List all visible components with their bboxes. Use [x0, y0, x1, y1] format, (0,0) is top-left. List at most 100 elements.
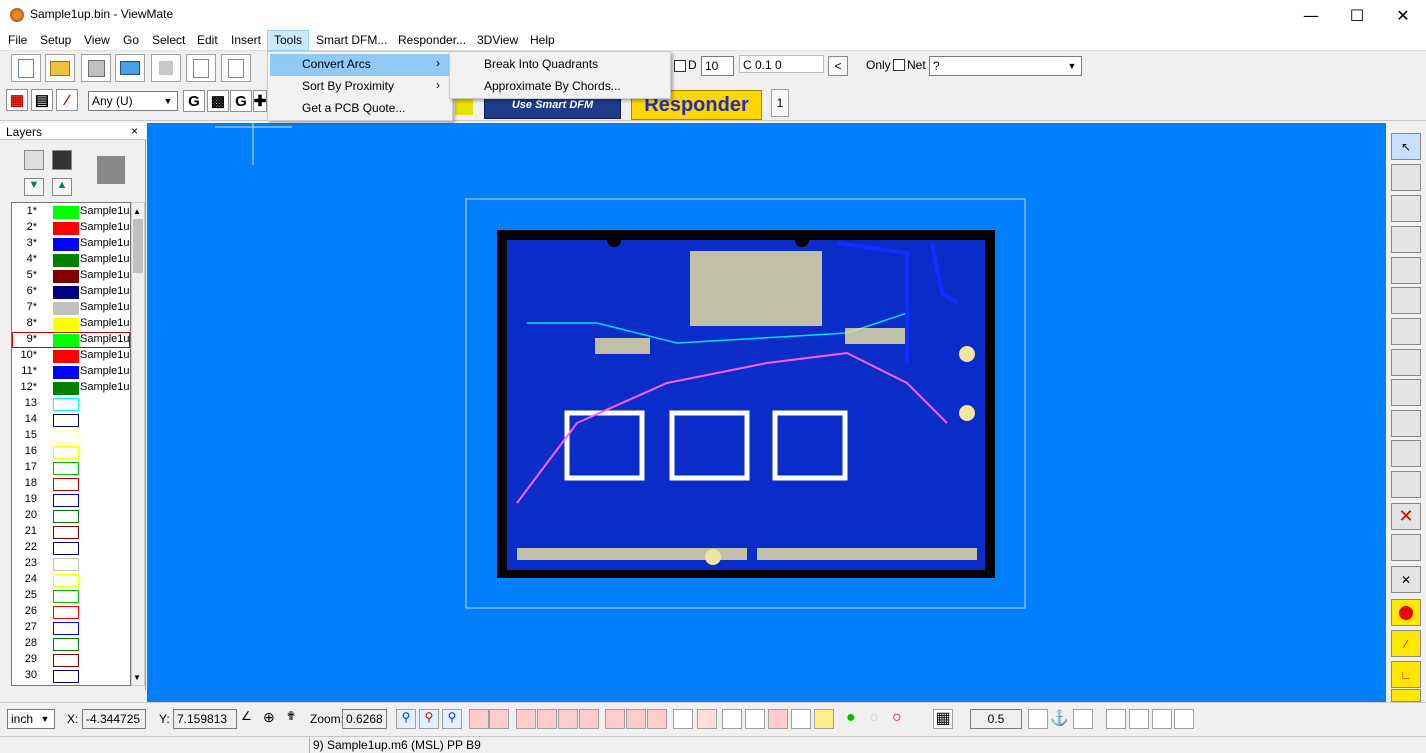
d-checkbox[interactable] — [674, 60, 686, 72]
layer-color-swatch[interactable] — [53, 526, 79, 539]
maximize-button[interactable]: ☐ — [1334, 0, 1380, 30]
layer-row[interactable]: 27 — [12, 620, 130, 636]
layer-row[interactable]: 19 — [12, 492, 130, 508]
layer-color-swatch[interactable] — [53, 334, 79, 347]
menu-item-sort-by-proximity[interactable]: Sort By Proximity › — [270, 76, 450, 98]
menu-edit[interactable]: Edit — [197, 33, 218, 47]
round-tool-icon[interactable] — [1391, 471, 1421, 498]
menu-item-get-pcb-quote[interactable]: Get a PCB Quote... — [270, 98, 450, 120]
layer-row[interactable]: 12* Sample1u — [12, 380, 130, 396]
layer-color-swatch[interactable] — [53, 590, 79, 603]
layer-row[interactable]: 13 — [12, 396, 130, 412]
net-view-icon[interactable] — [791, 709, 811, 729]
rotate-tool-icon[interactable] — [1391, 349, 1421, 376]
layer-color-swatch[interactable] — [53, 446, 79, 459]
layer-color-swatch[interactable] — [53, 558, 79, 571]
layer-film-icon[interactable] — [52, 150, 72, 170]
drc-icon[interactable] — [697, 709, 717, 729]
minimize-button[interactable]: — — [1288, 0, 1334, 30]
layer-row[interactable]: 1* Sample1u — [12, 204, 130, 220]
menu-insert[interactable]: Insert — [231, 33, 261, 47]
layer-color-swatch[interactable] — [53, 622, 79, 635]
clear-tool-icon[interactable]: ✕ — [1391, 566, 1421, 593]
layer-row[interactable]: 21 — [12, 524, 130, 540]
layer-row[interactable]: 15 — [12, 428, 130, 444]
layer-row[interactable]: 8* Sample1u — [12, 316, 130, 332]
grid-dots-icon[interactable] — [1028, 709, 1048, 729]
menu-responder[interactable]: Responder... — [398, 33, 466, 47]
light-red-icon[interactable]: ○ — [892, 709, 912, 729]
layer-row[interactable]: 3* Sample1u — [12, 236, 130, 252]
crosshair-icon[interactable]: ✚ — [253, 90, 267, 112]
grid-icon[interactable] — [469, 709, 489, 729]
undo-tool-icon[interactable] — [1391, 534, 1421, 561]
layer-row[interactable]: 17 — [12, 460, 130, 476]
select-all-icon[interactable] — [1106, 709, 1126, 729]
layer-row[interactable]: 28 — [12, 636, 130, 652]
layer-color-swatch[interactable] — [53, 638, 79, 651]
split-tool-icon[interactable] — [1391, 410, 1421, 437]
pcb-canvas[interactable] — [147, 123, 1386, 702]
layer-color-swatch[interactable] — [53, 254, 79, 267]
menu-smart-dfm[interactable]: Smart DFM... — [316, 33, 387, 47]
mirror-tool-icon[interactable] — [1391, 287, 1421, 314]
net-checkbox[interactable] — [893, 59, 905, 71]
net-view-icon[interactable] — [745, 709, 765, 729]
layer-row[interactable]: 4* Sample1u — [12, 252, 130, 268]
net-view-icon[interactable] — [768, 709, 788, 729]
select-nets-icon[interactable] — [1152, 709, 1172, 729]
c-value-field[interactable]: C 0.1 0 — [739, 55, 824, 73]
new-file-button[interactable] — [11, 54, 41, 82]
layer-color-swatch[interactable] — [53, 542, 79, 555]
layer-view-icon[interactable] — [647, 709, 667, 729]
snap-icon[interactable]: ✟ — [286, 709, 306, 729]
menu-setup[interactable]: Setup — [40, 33, 71, 47]
select-pad-icon[interactable]: ▦ — [6, 89, 28, 111]
layer-color-swatch[interactable] — [53, 606, 79, 619]
pointer-tool-icon[interactable]: ↖ — [1391, 133, 1421, 160]
layer-color-swatch[interactable] — [53, 318, 79, 331]
layer-row[interactable]: 22 — [12, 540, 130, 556]
layer-row[interactable]: 26 — [12, 604, 130, 620]
close-window-button[interactable]: ✕ — [1380, 0, 1426, 30]
layer-color-swatch[interactable] — [53, 574, 79, 587]
move-tool-icon[interactable] — [1391, 164, 1421, 191]
layer-color-swatch[interactable] — [53, 654, 79, 667]
open-button[interactable] — [45, 54, 75, 82]
layer-color-swatch[interactable] — [53, 222, 79, 235]
layer-row[interactable]: 11* Sample1u — [12, 364, 130, 380]
layer-color-swatch[interactable] — [53, 462, 79, 475]
zoom-in-icon[interactable]: ⚲ — [396, 709, 416, 729]
select-line-icon[interactable]: ▤ — [31, 89, 53, 111]
layer-row[interactable]: 5* Sample1u — [12, 268, 130, 284]
snap-to-icon[interactable] — [1073, 709, 1093, 729]
layer-color-swatch[interactable] — [53, 270, 79, 283]
paste-button[interactable] — [221, 54, 251, 82]
layer-view-icon[interactable] — [537, 709, 557, 729]
layer-color-swatch[interactable] — [53, 494, 79, 507]
copy-tool-icon[interactable] — [1391, 195, 1421, 222]
move-down-icon[interactable]: ▼ — [24, 178, 44, 196]
layer-row[interactable]: 9* Sample1u — [12, 332, 130, 348]
units-select[interactable]: inch ▼ — [7, 709, 55, 729]
layer-color-swatch[interactable] — [53, 398, 79, 411]
stack-tool-icon[interactable] — [1391, 257, 1421, 284]
save-button[interactable] — [81, 54, 111, 82]
zoom-window-icon[interactable]: ⚲ — [419, 709, 439, 729]
page-number[interactable]: 1 — [771, 89, 789, 117]
light-green-icon[interactable]: ● — [846, 709, 866, 729]
add-pad-icon[interactable] — [1391, 599, 1421, 626]
layer-color-swatch[interactable] — [53, 382, 79, 395]
add-arc-icon[interactable]: ∟ — [1391, 661, 1421, 688]
menu-item-approximate-by-chords[interactable]: Approximate By Chords... — [452, 76, 668, 98]
layer-view-icon[interactable] — [579, 709, 599, 729]
flip-tool-icon[interactable] — [1391, 318, 1421, 345]
filter-select[interactable]: Any (U) ▼ — [88, 91, 178, 111]
layer-stack-icon[interactable] — [97, 156, 125, 184]
scroll-up-icon[interactable]: ▲ — [133, 207, 143, 216]
copy-button[interactable] — [186, 54, 216, 82]
crosshair-icon[interactable]: ⊕ — [263, 709, 283, 729]
menu-help[interactable]: Help — [530, 33, 555, 47]
layer-color-swatch[interactable] — [53, 350, 79, 363]
menu-go[interactable]: Go — [123, 33, 139, 47]
